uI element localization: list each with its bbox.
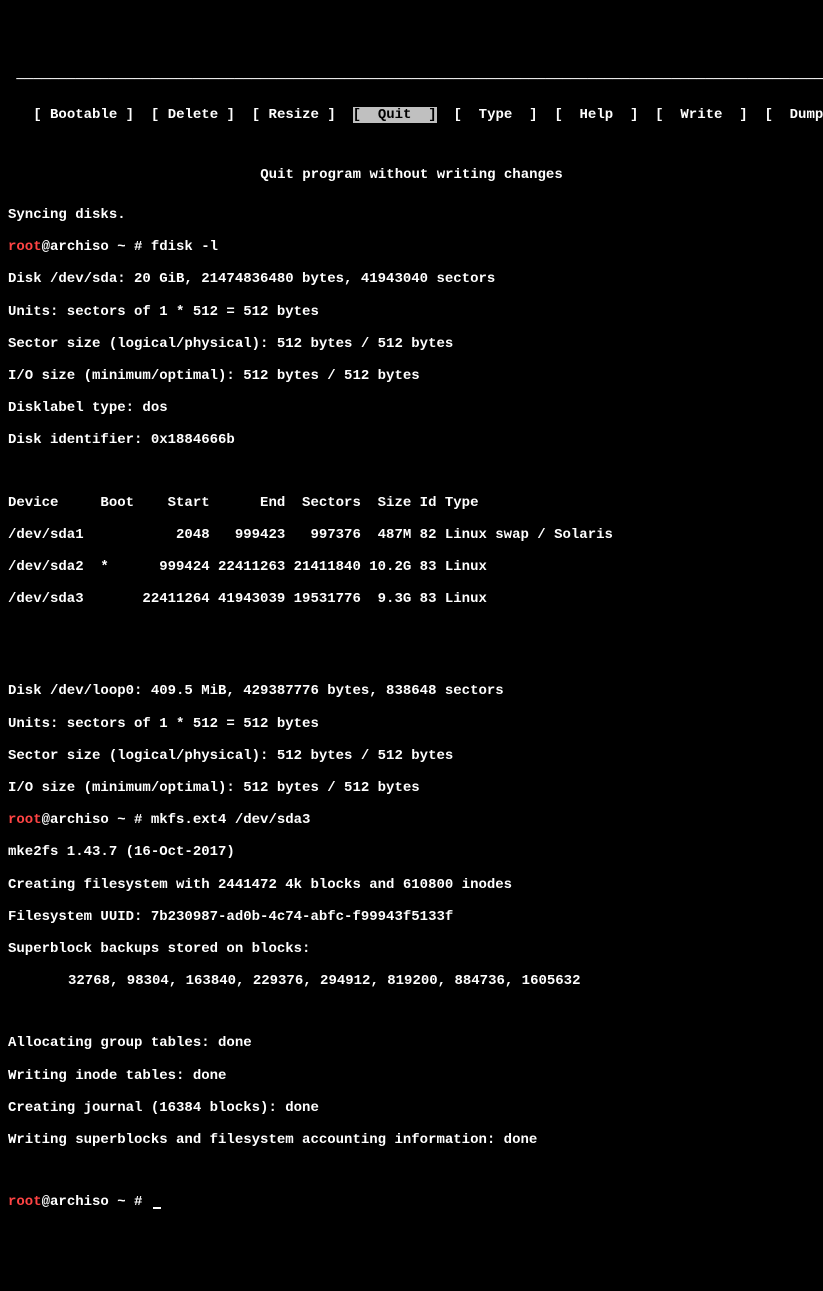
status-line: Allocating group tables: done xyxy=(8,1035,815,1051)
menu-write[interactable]: [ Write ] xyxy=(655,107,747,123)
prompt-host: @archiso ~ # xyxy=(42,239,151,255)
prompt-line-1[interactable]: root@archiso ~ # fdisk -l xyxy=(8,239,815,255)
menu-bar: [ Bootable ] [ Delete ] [ Resize ] [ Qui… xyxy=(8,107,815,123)
prompt-line-3[interactable]: root@archiso ~ # xyxy=(8,1194,815,1210)
menu-subtitle: Quit program without writing changes xyxy=(8,167,815,183)
ptable-row: /dev/sda1 2048 999423 997376 487M 82 Lin… xyxy=(8,527,815,543)
prompt-user: root xyxy=(8,1194,42,1210)
disk-loop-header: Disk /dev/loop0: 409.5 MiB, 429387776 by… xyxy=(8,683,815,699)
cmd-mkfs: mkfs.ext4 /dev/sda3 xyxy=(151,812,311,828)
disk-sda-ident: Disk identifier: 0x1884666b xyxy=(8,432,815,448)
mke2fs-line: Creating filesystem with 2441472 4k bloc… xyxy=(8,877,815,893)
disk-sda-units: Units: sectors of 1 * 512 = 512 bytes xyxy=(8,304,815,320)
status-line: Writing superblocks and filesystem accou… xyxy=(8,1132,815,1148)
mke2fs-line: Superblock backups stored on blocks: xyxy=(8,941,815,957)
status-line: Creating journal (16384 blocks): done xyxy=(8,1100,815,1116)
disk-loop-sector: Sector size (logical/physical): 512 byte… xyxy=(8,748,815,764)
top-rule: ────────────────────────────────────────… xyxy=(8,72,815,88)
prompt-host: @archiso ~ # xyxy=(42,1194,151,1210)
ptable-header: Device Boot Start End Sectors Size Id Ty… xyxy=(8,495,815,511)
mke2fs-line: mke2fs 1.43.7 (16-Oct-2017) xyxy=(8,844,815,860)
menu-delete[interactable]: [ Delete ] xyxy=(151,107,235,123)
menu-quit[interactable]: [ Quit ] xyxy=(353,107,437,123)
cursor-icon xyxy=(153,1207,161,1209)
disk-sda-io: I/O size (minimum/optimal): 512 bytes / … xyxy=(8,368,815,384)
prompt-user: root xyxy=(8,812,42,828)
ptable-row: /dev/sda2 * 999424 22411263 21411840 10.… xyxy=(8,559,815,575)
menu-bootable[interactable]: [ Bootable ] xyxy=(33,107,134,123)
status-line: Writing inode tables: done xyxy=(8,1068,815,1084)
prompt-host: @archiso ~ # xyxy=(42,812,151,828)
menu-resize[interactable]: [ Resize ] xyxy=(252,107,336,123)
disk-sda-header: Disk /dev/sda: 20 GiB, 21474836480 bytes… xyxy=(8,271,815,287)
prompt-line-2[interactable]: root@archiso ~ # mkfs.ext4 /dev/sda3 xyxy=(8,812,815,828)
prompt-user: root xyxy=(8,239,42,255)
disk-sda-label: Disklabel type: dos xyxy=(8,400,815,416)
disk-sda-sector: Sector size (logical/physical): 512 byte… xyxy=(8,336,815,352)
disk-loop-units: Units: sectors of 1 * 512 = 512 bytes xyxy=(8,716,815,732)
menu-dump[interactable]: [ Dump ] xyxy=(764,107,823,123)
superblock-list: 32768, 98304, 163840, 229376, 294912, 81… xyxy=(8,973,815,989)
ptable-row: /dev/sda3 22411264 41943039 19531776 9.3… xyxy=(8,591,815,607)
sync-disks: Syncing disks. xyxy=(8,207,815,223)
menu-type[interactable]: [ Type ] xyxy=(453,107,537,123)
mke2fs-line: Filesystem UUID: 7b230987-ad0b-4c74-abfc… xyxy=(8,909,815,925)
cmd-fdisk: fdisk -l xyxy=(151,239,218,255)
disk-loop-io: I/O size (minimum/optimal): 512 bytes / … xyxy=(8,780,815,796)
menu-help[interactable]: [ Help ] xyxy=(554,107,638,123)
